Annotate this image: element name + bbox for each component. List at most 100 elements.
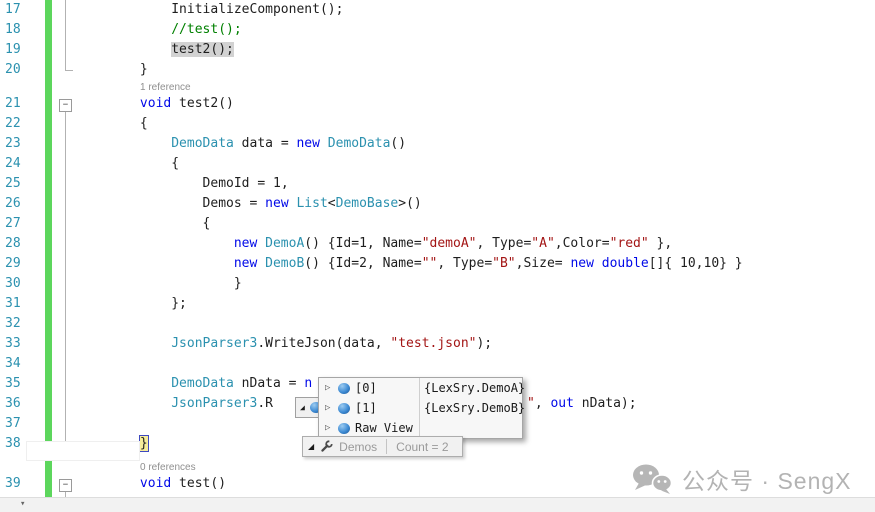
code-line[interactable]: 34 bbox=[0, 356, 875, 376]
code-line[interactable]: 23 DemoData data = new DemoData() bbox=[0, 136, 875, 156]
code-line[interactable]: 29 new DemoB() {Id=2, Name="", Type="B",… bbox=[0, 256, 875, 276]
field-icon bbox=[338, 383, 350, 394]
expander-collapsed-icon[interactable]: ▷ bbox=[325, 403, 338, 413]
line-number: 21 bbox=[0, 96, 40, 116]
code-text: new DemoB() {Id=2, Name="", Type="B",Siz… bbox=[40, 256, 743, 276]
code-segment: < bbox=[328, 196, 336, 211]
code-segment: InitializeComponent(); bbox=[171, 2, 343, 17]
code-line[interactable]: 27 { bbox=[0, 216, 875, 236]
code-segment bbox=[257, 256, 265, 271]
code-segment: "test.json" bbox=[390, 336, 476, 351]
code-text: DemoData nData = n bbox=[40, 376, 312, 396]
code-line[interactable]: 19 test2(); bbox=[0, 42, 875, 62]
code-segment: nData = bbox=[234, 376, 304, 391]
code-segment: { bbox=[203, 216, 211, 231]
code-segment: >() bbox=[398, 196, 421, 211]
code-segment: DemoData bbox=[171, 136, 234, 151]
code-text: } bbox=[40, 276, 242, 296]
code-line[interactable]: 26 Demos = new List<DemoBase>() bbox=[0, 196, 875, 216]
code-text-after-popup: ", out nData); bbox=[527, 396, 637, 411]
line-number: 26 bbox=[0, 196, 40, 216]
code-segment: ); bbox=[476, 336, 492, 351]
code-text: Demos = new List<DemoBase>() bbox=[40, 196, 422, 216]
code-text: InitializeComponent(); bbox=[40, 2, 343, 22]
code-segment: "A" bbox=[531, 236, 554, 251]
code-text: JsonParser3.R bbox=[40, 396, 273, 416]
line-number: 31 bbox=[0, 296, 40, 316]
code-segment bbox=[594, 256, 602, 271]
code-line[interactable]: 30 } bbox=[0, 276, 875, 296]
code-line[interactable]: 17 InitializeComponent(); bbox=[0, 2, 875, 22]
code-text: { bbox=[40, 156, 179, 176]
field-icon bbox=[338, 403, 350, 414]
code-segment: { bbox=[171, 156, 179, 171]
line-number: 20 bbox=[0, 62, 40, 82]
datatip-pinned[interactable]: ◢ Demos Count = 2 bbox=[302, 436, 463, 457]
line-number: 33 bbox=[0, 336, 40, 356]
code-text: DemoData data = new DemoData() bbox=[40, 136, 406, 156]
code-line[interactable]: 25 DemoId = 1, bbox=[0, 176, 875, 196]
code-line[interactable]: 31 }; bbox=[0, 296, 875, 316]
datatip-row[interactable]: ▷[1]{LexSry.DemoB} bbox=[319, 398, 522, 418]
code-line[interactable]: 18 //test(); bbox=[0, 22, 875, 42]
code-text: new DemoA() {Id=1, Name="demoA", Type="A… bbox=[40, 236, 672, 256]
expander-expanded-icon[interactable]: ◢ bbox=[308, 442, 314, 451]
datatip-row-value: {LexSry.DemoA} bbox=[424, 381, 525, 395]
code-line[interactable]: 21 void test2() bbox=[0, 96, 875, 116]
code-segment: double bbox=[602, 256, 649, 271]
codelens-label[interactable]: 1 reference bbox=[0, 82, 875, 96]
code-segment: }, bbox=[649, 236, 672, 251]
code-segment: ,Size= bbox=[516, 256, 571, 271]
code-segment: "demoA" bbox=[422, 236, 477, 251]
code-text: { bbox=[40, 116, 148, 136]
line-number: 25 bbox=[0, 176, 40, 196]
expander-collapsed-icon[interactable]: ▷ bbox=[325, 383, 338, 393]
code-line[interactable]: 32 bbox=[0, 316, 875, 336]
code-segment: .R bbox=[257, 396, 273, 411]
line-number: 32 bbox=[0, 316, 40, 336]
collapse-toggle-test[interactable]: − bbox=[59, 479, 72, 492]
code-segment: test2() bbox=[171, 96, 234, 111]
code-text: test2(); bbox=[40, 42, 234, 62]
code-text: }; bbox=[40, 296, 187, 316]
code-line[interactable]: 28 new DemoA() {Id=1, Name="demoA", Type… bbox=[0, 236, 875, 256]
code-line[interactable]: 24 { bbox=[0, 156, 875, 176]
code-text: //test(); bbox=[40, 22, 242, 42]
code-segment: } bbox=[140, 436, 148, 451]
code-segment: test2(); bbox=[171, 42, 234, 57]
code-segment: }; bbox=[171, 296, 187, 311]
line-number: 28 bbox=[0, 236, 40, 256]
expander-collapsed-icon[interactable]: ▷ bbox=[325, 423, 338, 433]
code-segment: Demos = bbox=[203, 196, 266, 211]
line-number: 35 bbox=[0, 376, 40, 396]
vs-editor-screen: 17 InitializeComponent();18 //test();19 … bbox=[0, 0, 875, 512]
scrollbar-down-arrow-icon[interactable]: ▾ bbox=[20, 497, 25, 512]
line-number: 17 bbox=[0, 2, 40, 22]
datatip-row[interactable]: ▷ Raw View bbox=[319, 418, 522, 438]
line-number: 29 bbox=[0, 256, 40, 276]
code-segment: new bbox=[265, 196, 288, 211]
code-segment: , Type= bbox=[477, 236, 532, 251]
watermark-text: 公众号 · SengX bbox=[682, 462, 852, 496]
datatip-row[interactable]: ▷[0]{LexSry.DemoA} bbox=[319, 378, 522, 398]
line-number: 24 bbox=[0, 156, 40, 176]
outline-guide-tick bbox=[65, 70, 73, 71]
datatip-popup: ▷[0]{LexSry.DemoA}▷[1]{LexSry.DemoB}▷Raw… bbox=[318, 377, 523, 439]
code-segment: List bbox=[296, 196, 327, 211]
code-text: } bbox=[40, 62, 148, 82]
code-line[interactable]: 20 } bbox=[0, 62, 875, 82]
line-number: 30 bbox=[0, 276, 40, 296]
expander-expanded-icon[interactable]: ◢ bbox=[300, 403, 305, 412]
datatip-row-name: Raw View bbox=[355, 421, 413, 435]
line-number: 22 bbox=[0, 116, 40, 136]
code-line[interactable]: 22 { bbox=[0, 116, 875, 136]
code-segment: "" bbox=[422, 256, 438, 271]
code-segment: "B" bbox=[492, 256, 515, 271]
horizontal-scrollbar[interactable] bbox=[0, 497, 875, 512]
code-segment: new bbox=[234, 256, 257, 271]
code-segment: []{ 10,10} } bbox=[649, 256, 743, 271]
code-segment: new bbox=[296, 136, 319, 151]
collapse-toggle-test2[interactable]: − bbox=[59, 99, 72, 112]
code-line[interactable]: 33 JsonParser3.WriteJson(data, "test.jso… bbox=[0, 336, 875, 356]
line-number: 39 bbox=[0, 476, 40, 496]
